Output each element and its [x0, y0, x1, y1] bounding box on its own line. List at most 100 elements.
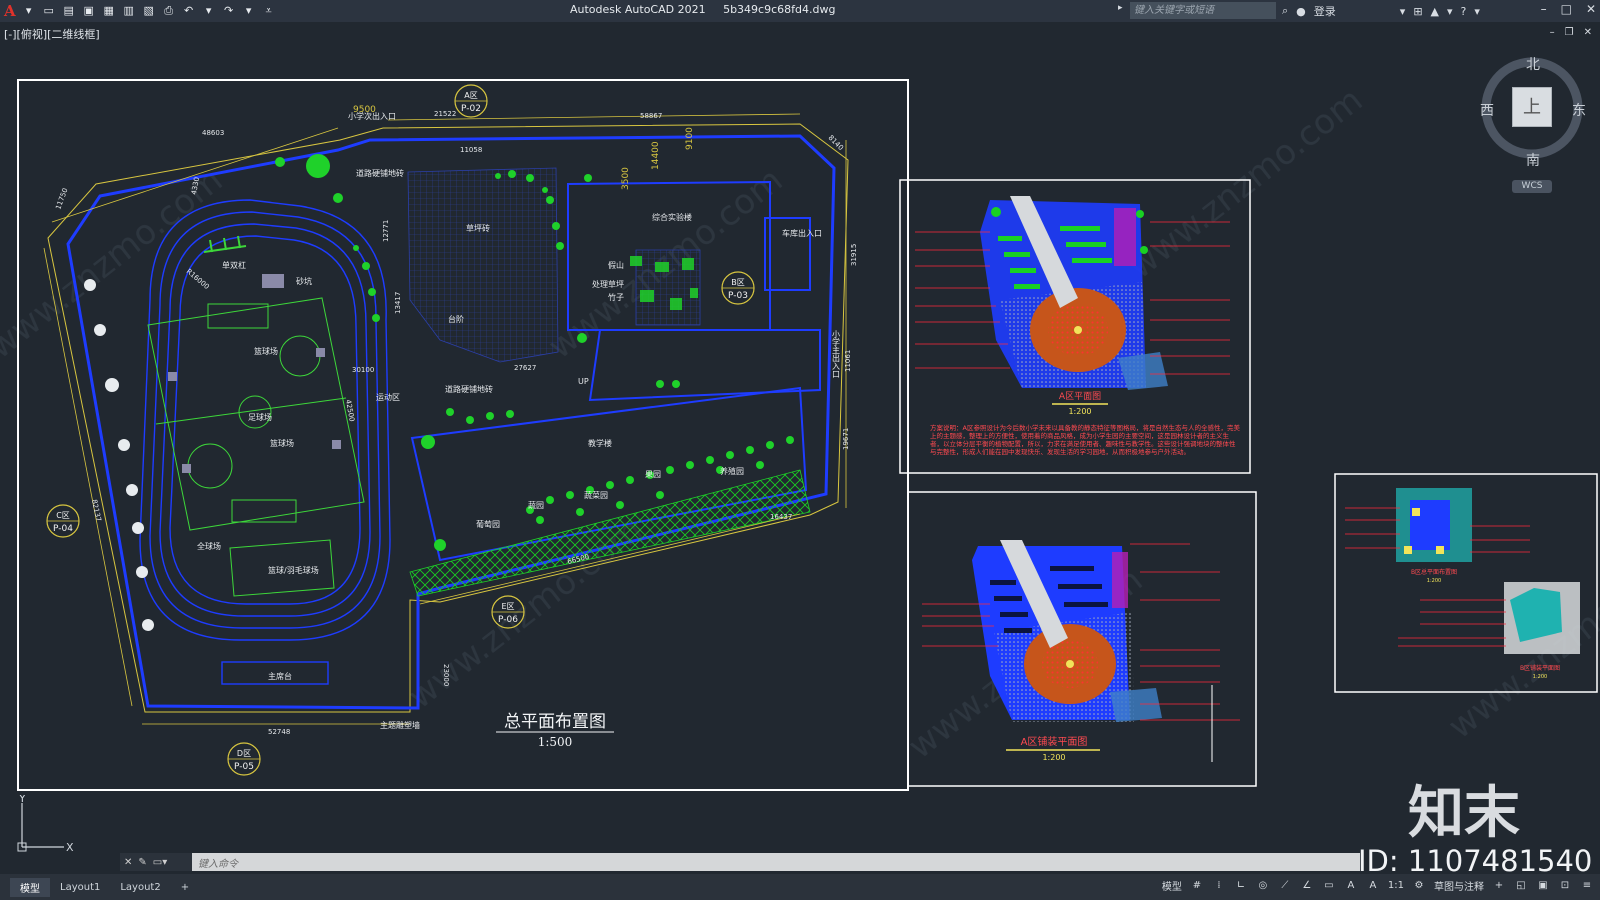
dimension-value: 58867 [640, 112, 662, 120]
search-expand-icon[interactable]: ▸ [1118, 3, 1123, 13]
new-file-icon[interactable]: ▭ [42, 4, 56, 18]
hardware-accel-icon[interactable]: ▣ [1536, 879, 1550, 893]
detail-a-scale: 1:200 [1068, 407, 1091, 416]
compass-west[interactable]: 西 [1480, 100, 1494, 120]
zone-e-code: P-06 [498, 615, 518, 625]
open-web-icon[interactable]: ▥ [122, 4, 136, 18]
isolate-icon[interactable]: ◱ [1514, 879, 1528, 893]
master-plan-title: 总平面布置图 [504, 712, 606, 732]
label-parallel-bars: 单双杠 [222, 260, 246, 270]
drawing-minimize-icon[interactable]: – [1550, 27, 1555, 38]
add-layout-icon[interactable]: + [171, 880, 199, 895]
compass-east[interactable]: 东 [1572, 100, 1586, 120]
command-line-tools: ✕ ✎ ▭▾ [120, 853, 192, 871]
label-football: 足球场 [248, 412, 272, 422]
grid-icon[interactable]: # [1190, 879, 1204, 893]
detail-sheet-b[interactable]: A区铺装平面图 1:200 [907, 491, 1257, 787]
ortho-icon[interactable]: ∟ [1234, 879, 1248, 893]
detail-a-notes-box: 方案说明：A区参照设计为今后数小学未来以具备教的静态特征等图格局，将是自然生态与… [930, 424, 1240, 456]
autocad-logo-button[interactable]: A [4, 2, 16, 20]
zone-marker-b[interactable]: B区 P-03 [721, 271, 755, 305]
login-link[interactable]: 登录 [1314, 3, 1336, 19]
redo-dropdown-icon[interactable]: ▾ [242, 4, 256, 18]
viewcube-top-face[interactable]: 上 [1512, 87, 1552, 127]
dimension-value: 27627 [514, 364, 536, 372]
undo-dropdown-icon[interactable]: ▾ [202, 4, 216, 18]
command-close-icon[interactable]: ✕ [124, 857, 132, 868]
command-recent-icon[interactable]: ▭▾ [153, 857, 167, 868]
compass-south[interactable]: 南 [1526, 150, 1540, 170]
dimension-value: 9100 [685, 127, 695, 150]
app-dropdown-icon[interactable]: ▾ [1447, 5, 1453, 18]
drawing-canvas[interactable]: www.znzmo.com www.znzmo.com www.znzmo.co… [0, 40, 1600, 845]
autoscale-icon[interactable]: A [1366, 879, 1380, 893]
compass-north[interactable]: 北 [1526, 54, 1540, 74]
zone-marker-a[interactable]: A区 P-02 [454, 84, 488, 118]
watermark-brand: 知末 [1408, 781, 1520, 846]
dimension-value: 82137 [90, 499, 102, 522]
dimension-value: 11750 [54, 187, 69, 211]
help-icon[interactable]: ? [1461, 5, 1467, 18]
save-web-icon[interactable]: ▧ [142, 4, 156, 18]
close-icon[interactable]: ✕ [1586, 2, 1596, 16]
workspace-switch[interactable]: 草图与注释 [1434, 878, 1484, 893]
lineweight-icon[interactable]: ▭ [1322, 879, 1336, 893]
open-folder-icon[interactable]: ▤ [62, 4, 76, 18]
customize-toolbar-icon[interactable]: ⩡ [262, 4, 276, 18]
redo-icon[interactable]: ↷ [222, 4, 236, 18]
help-dropdown-icon[interactable]: ▾ [1474, 5, 1480, 18]
search-input[interactable]: 键入关键字或短语 [1130, 2, 1276, 19]
watermark-id: ID: 1107481540 [1358, 844, 1593, 878]
save-as-icon[interactable]: ▦ [102, 4, 116, 18]
clean-screen-icon[interactable]: ⊡ [1558, 879, 1572, 893]
isodraft-icon[interactable]: ∠ [1300, 879, 1314, 893]
drawing-close-icon[interactable]: ✕ [1584, 27, 1592, 38]
polar-icon[interactable]: ◎ [1256, 879, 1270, 893]
user-icon[interactable]: ● [1296, 5, 1306, 18]
command-input[interactable]: 键入命令 [192, 855, 238, 870]
app-name: Autodesk AutoCAD 2021 [570, 3, 706, 16]
zone-marker-c[interactable]: C区 P-04 [46, 504, 80, 538]
watermark-text: www.znzmo.com [1121, 80, 1370, 287]
maximize-icon[interactable]: □ [1561, 2, 1572, 16]
zone-marker-d[interactable]: D区 P-05 [227, 742, 261, 776]
app-menu-chevron-icon[interactable]: ▾ [22, 4, 36, 18]
settings-gear-icon[interactable]: ⚙ [1412, 879, 1426, 893]
tab-layout1[interactable]: Layout1 [50, 880, 110, 895]
label-lab-building: 综合实验楼 [652, 212, 692, 222]
detail-c-scale-2: 1:200 [1533, 674, 1547, 680]
osnap-icon[interactable]: ⟋ [1278, 879, 1292, 893]
zone-d-name: D区 [237, 749, 251, 758]
dimension-value: 31915 [850, 244, 858, 266]
detail-b-title: A区铺装平面图 [1021, 735, 1088, 748]
file-name: 5b349c9c68fd4.dwg [723, 3, 836, 16]
annotation-scale[interactable]: 1:1 [1388, 880, 1404, 891]
customize-menu-icon[interactable]: ≡ [1580, 879, 1594, 893]
save-icon[interactable]: ▣ [82, 4, 96, 18]
wcs-menu[interactable]: WCS [1512, 180, 1552, 193]
snap-icon[interactable]: ⁞ [1212, 879, 1226, 893]
autodesk-app-icon[interactable]: ▲ [1431, 5, 1439, 18]
drawing-restore-icon[interactable]: ❐ [1565, 27, 1574, 38]
print-icon[interactable]: ⎙ [162, 4, 176, 18]
label-volleyball: 全球场 [197, 541, 221, 551]
tab-layout2[interactable]: Layout2 [110, 880, 170, 895]
tab-model[interactable]: 模型 [10, 877, 50, 897]
viewcube[interactable]: 北 南 东 西 上 WCS [1480, 52, 1588, 193]
label-garden-2: 果园 [645, 470, 661, 479]
annotation-visibility-icon[interactable]: A [1344, 879, 1358, 893]
model-space-button[interactable]: 模型 [1162, 878, 1182, 893]
detail-a-center-mark [1074, 326, 1082, 334]
cart-icon[interactable]: ⊞ [1413, 5, 1422, 18]
minimize-icon[interactable]: – [1541, 2, 1547, 16]
search-icon[interactable]: ⌕ [1282, 4, 1288, 18]
dimension-value: 11058 [460, 146, 482, 154]
login-dropdown-icon[interactable]: ▾ [1400, 5, 1406, 18]
detail-c-title-2: B区铺装平面图 [1520, 664, 1560, 672]
undo-icon[interactable]: ↶ [182, 4, 196, 18]
command-customize-icon[interactable]: ✎ [138, 857, 146, 868]
watermark-pattern: www.znzmo.com www.znzmo.com www.znzmo.co… [0, 80, 1600, 767]
detail-a-title: A区平面图 [1059, 391, 1101, 402]
plus-icon[interactable]: + [1492, 879, 1506, 893]
detail-c-scale-1: 1:200 [1427, 578, 1441, 584]
